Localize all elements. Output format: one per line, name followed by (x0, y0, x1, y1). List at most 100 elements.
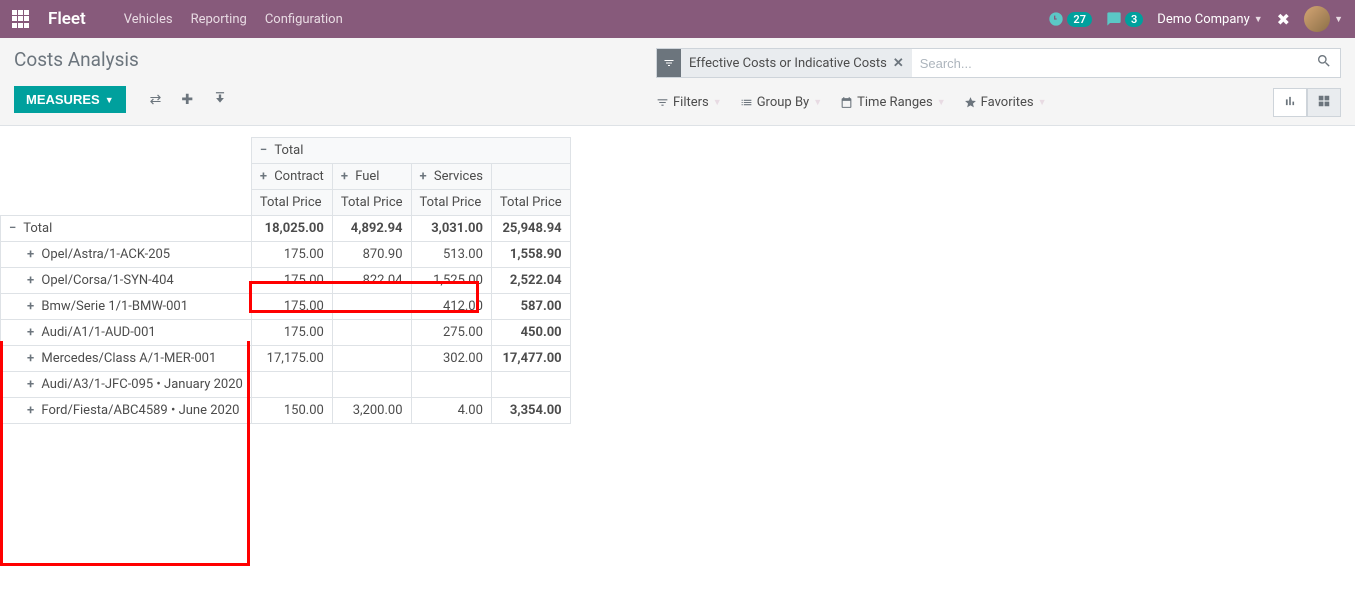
col-header-fuel[interactable]: + Fuel (332, 164, 411, 190)
remove-filter-icon[interactable]: ✕ (893, 56, 904, 71)
filters-dropdown[interactable]: Filters▼ (656, 95, 722, 110)
search-icon[interactable] (1308, 53, 1340, 73)
groupby-dropdown[interactable]: Group By▼ (740, 95, 822, 110)
expand-icon[interactable]: + (27, 325, 34, 340)
measure-header[interactable]: Total Price (491, 190, 570, 216)
navbar-right: 27 3 Demo Company▼ ✖ ▼ (1048, 6, 1343, 32)
pivot-cell[interactable]: 275.00 (411, 320, 491, 346)
pivot-cell[interactable]: 513.00 (411, 242, 491, 268)
expand-icon[interactable]: + (27, 247, 34, 262)
pivot-cell[interactable]: 18,025.00 (251, 216, 332, 242)
pivot-cell[interactable]: 175.00 (251, 268, 332, 294)
pivot-cell[interactable]: 1,558.90 (491, 242, 570, 268)
favorites-dropdown[interactable]: Favorites▼ (964, 95, 1047, 110)
row-label: Bmw/Serie 1/1-BMW-001 (41, 299, 188, 314)
debug-icon[interactable]: ✖ (1277, 10, 1290, 29)
row-header[interactable]: + Opel/Astra/1-ACK-205 (1, 242, 252, 268)
measure-header[interactable]: Total Price (332, 190, 411, 216)
pivot-view-button[interactable] (1307, 88, 1341, 117)
col-total-header[interactable]: − Total (251, 138, 570, 164)
pivot-cell[interactable]: 175.00 (251, 242, 332, 268)
pivot-cell[interactable]: 25,948.94 (491, 216, 570, 242)
content-area: − Total + Contract + Fuel + Services Tot… (0, 126, 1355, 424)
col-header-services[interactable]: + Services (411, 164, 491, 190)
pivot-cell[interactable] (251, 372, 332, 398)
search-input[interactable] (912, 49, 1308, 77)
row-header[interactable]: + Mercedes/Class A/1-MER-001 (1, 346, 252, 372)
pivot-cell[interactable]: 175.00 (251, 294, 332, 320)
expand-icon[interactable]: + (27, 377, 34, 392)
filter-tag-icon (657, 49, 681, 77)
expand-icon[interactable]: + (341, 169, 348, 184)
expand-icon[interactable]: + (260, 169, 267, 184)
pivot-cell[interactable] (332, 294, 411, 320)
pivot-cell[interactable]: 302.00 (411, 346, 491, 372)
measure-header[interactable]: Total Price (251, 190, 332, 216)
pivot-cell[interactable]: 1,525.00 (411, 268, 491, 294)
pivot-cell[interactable]: 4,892.94 (332, 216, 411, 242)
expand-icon[interactable]: + (420, 169, 427, 184)
table-row: + Opel/Corsa/1-SYN-404175.00822.041,525.… (1, 268, 571, 294)
table-row: + Ford/Fiesta/ABC4589 • June 2020150.003… (1, 398, 571, 424)
collapse-icon[interactable]: − (9, 221, 16, 236)
pivot-cell[interactable]: 17,477.00 (491, 346, 570, 372)
clock-icon (1048, 11, 1064, 27)
measures-button[interactable]: MEASURES▼ (14, 86, 126, 113)
company-selector[interactable]: Demo Company▼ (1157, 12, 1262, 27)
graph-view-button[interactable] (1273, 88, 1307, 117)
col-label: Fuel (355, 169, 379, 184)
pivot-cell[interactable]: 175.00 (251, 320, 332, 346)
expand-all-button[interactable]: ✚ (171, 85, 203, 114)
col-label: Contract (274, 169, 324, 184)
pivot-cell[interactable] (411, 372, 491, 398)
row-header[interactable]: + Opel/Corsa/1-SYN-404 (1, 268, 252, 294)
pivot-cell[interactable]: 3,200.00 (332, 398, 411, 424)
pivot-cell[interactable] (491, 372, 570, 398)
col-header-contract[interactable]: + Contract (251, 164, 332, 190)
row-header[interactable]: − Total (1, 216, 252, 242)
pivot-cell[interactable]: 3,031.00 (411, 216, 491, 242)
row-header[interactable]: + Ford/Fiesta/ABC4589 • June 2020 (1, 398, 252, 424)
pivot-cell[interactable]: 450.00 (491, 320, 570, 346)
pivot-cell[interactable]: 2,522.04 (491, 268, 570, 294)
pivot-cell[interactable]: 150.00 (251, 398, 332, 424)
nav-configuration[interactable]: Configuration (265, 12, 343, 27)
timeranges-dropdown[interactable]: Time Ranges▼ (840, 95, 946, 110)
table-row: − Total18,025.004,892.943,031.0025,948.9… (1, 216, 571, 242)
pivot-cell[interactable]: 587.00 (491, 294, 570, 320)
nav-vehicles[interactable]: Vehicles (124, 12, 173, 27)
apps-icon[interactable] (12, 10, 30, 28)
measure-header[interactable]: Total Price (411, 190, 491, 216)
caret-down-icon: ▼ (937, 97, 946, 108)
row-header[interactable]: + Audi/A1/1-AUD-001 (1, 320, 252, 346)
download-button[interactable] (203, 85, 237, 114)
row-header[interactable]: + Bmw/Serie 1/1-BMW-001 (1, 294, 252, 320)
user-menu[interactable]: ▼ (1304, 6, 1343, 32)
nav-reporting[interactable]: Reporting (191, 12, 247, 27)
pivot-cell[interactable] (332, 320, 411, 346)
flip-axis-button[interactable]: ⇄ (140, 85, 172, 114)
expand-icon[interactable]: + (27, 299, 34, 314)
pivot-cell[interactable] (332, 372, 411, 398)
expand-icon[interactable]: + (27, 403, 34, 418)
filters-label: Filters (673, 95, 709, 110)
pivot-cell[interactable]: 822.04 (332, 268, 411, 294)
table-row: + Bmw/Serie 1/1-BMW-001175.00412.00587.0… (1, 294, 571, 320)
expand-icon[interactable]: + (27, 273, 34, 288)
activity-button[interactable]: 27 (1048, 11, 1092, 27)
control-panel: Costs Analysis MEASURES▼ ⇄ ✚ Effective C… (0, 38, 1355, 126)
pivot-cell[interactable]: 4.00 (411, 398, 491, 424)
pivot-cell[interactable]: 17,175.00 (251, 346, 332, 372)
navbar-left: Fleet Vehicles Reporting Configuration (12, 9, 343, 29)
pivot-cell[interactable]: 3,354.00 (491, 398, 570, 424)
empty-corner (1, 190, 252, 216)
pivot-cell[interactable] (332, 346, 411, 372)
app-brand[interactable]: Fleet (48, 9, 86, 29)
row-header[interactable]: + Audi/A3/1-JFC-095 • January 2020 (1, 372, 252, 398)
pivot-cell[interactable]: 870.90 (332, 242, 411, 268)
collapse-icon[interactable]: − (260, 143, 267, 158)
pivot-cell[interactable]: 412.00 (411, 294, 491, 320)
caret-down-icon: ▼ (105, 95, 114, 105)
chat-button[interactable]: 3 (1106, 11, 1143, 27)
expand-icon[interactable]: + (27, 351, 34, 366)
